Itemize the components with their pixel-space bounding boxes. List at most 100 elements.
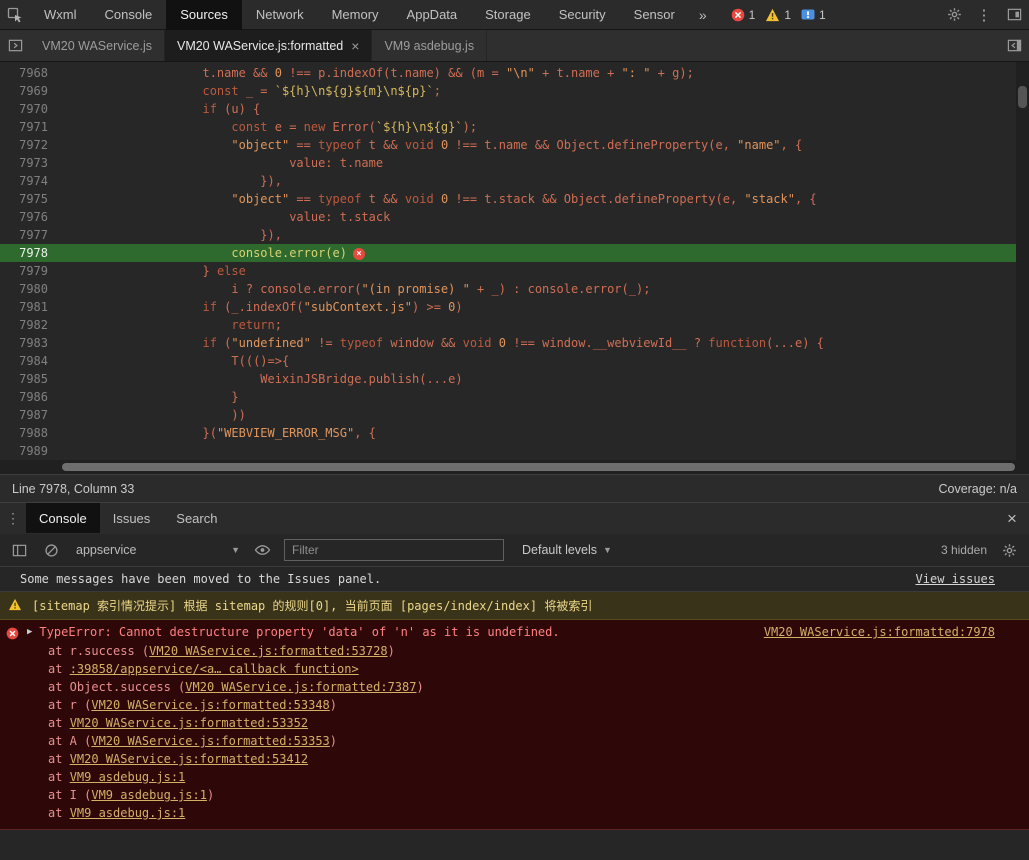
- drawer-tab-search[interactable]: Search: [163, 503, 230, 533]
- line-number[interactable]: 7985: [0, 370, 58, 388]
- stack-frame: at Object.success (VM20 WAService.js:for…: [48, 678, 1029, 696]
- drawer-menu-kebab-icon[interactable]: ⋮: [0, 503, 26, 534]
- error-count-badge[interactable]: 1: [731, 8, 755, 22]
- line-number[interactable]: 7981: [0, 298, 58, 316]
- stack-frame-text: at r.success (: [48, 644, 150, 658]
- code-line-7968: 7968 t.name && 0 !== p.indexOf(t.name) &&…: [0, 64, 1029, 82]
- file-tab[interactable]: VM9 asdebug.js: [372, 30, 488, 61]
- file-tab[interactable]: VM20 WAService.js:formatted ×: [164, 30, 373, 61]
- devtools-window: Wxml Console Sources Network Memory AppData St…: [0, 0, 1029, 860]
- line-number[interactable]: 7971: [0, 118, 58, 136]
- line-number[interactable]: 7982: [0, 316, 58, 334]
- line-number[interactable]: 7980: [0, 280, 58, 298]
- stack-frame-link[interactable]: VM9 asdebug.js:1: [91, 788, 207, 802]
- panel-tab-security[interactable]: Security: [545, 0, 620, 30]
- warning-count: 1: [784, 7, 792, 22]
- close-drawer-icon[interactable]: ×: [995, 503, 1029, 534]
- panel-tab-memory[interactable]: Memory: [318, 0, 393, 30]
- stack-frame-link[interactable]: :39858/appservice/<a… callback function>: [70, 662, 359, 676]
- line-number[interactable]: 7988: [0, 424, 58, 442]
- line-number[interactable]: 7986: [0, 388, 58, 406]
- toolbar-right-controls: ⋮: [939, 0, 1029, 30]
- more-panels-chevron-icon[interactable]: »: [689, 7, 717, 23]
- source-code-editor[interactable]: 7968 t.name && 0 !== p.indexOf(t.name) &&…: [0, 62, 1029, 474]
- console-settings-gear-icon[interactable]: [997, 535, 1021, 565]
- file-tab[interactable]: VM20 WAService.js: [30, 30, 165, 61]
- stack-frame-text: at: [48, 806, 70, 820]
- toggle-navigator-sidebar-icon[interactable]: [0, 30, 30, 60]
- stack-frame-link[interactable]: VM9 asdebug.js:1: [70, 806, 186, 820]
- panel-tab-appdata[interactable]: AppData: [393, 0, 472, 30]
- issue-count-badge[interactable]: 1: [801, 8, 826, 22]
- vertical-scroll-thumb[interactable]: [1018, 86, 1027, 108]
- view-issues-link[interactable]: View issues: [916, 572, 995, 586]
- error-circle-icon: [6, 627, 19, 640]
- panel-tab-storage[interactable]: Storage: [471, 0, 545, 30]
- code-line-7976: 7976 value: t.stack: [0, 208, 1029, 226]
- stack-frame-link[interactable]: VM20 WAService.js:formatted:53412: [70, 752, 308, 766]
- line-number[interactable]: 7989: [0, 442, 58, 460]
- stack-frame-text: at: [48, 770, 70, 784]
- dock-side-icon[interactable]: [999, 0, 1029, 30]
- panel-tab-wxml[interactable]: Wxml: [30, 0, 91, 30]
- more-options-kebab-icon[interactable]: ⋮: [969, 0, 999, 30]
- line-number[interactable]: 7970: [0, 100, 58, 118]
- stack-frame-link[interactable]: VM20 WAService.js:formatted:53352: [70, 716, 308, 730]
- panel-tab-network[interactable]: Network: [242, 0, 318, 30]
- line-number[interactable]: 7972: [0, 136, 58, 154]
- file-tab-label: VM9 asdebug.js: [384, 38, 475, 53]
- inspect-element-icon[interactable]: [0, 0, 30, 30]
- line-number[interactable]: 7977: [0, 226, 58, 244]
- console-filter-input[interactable]: [284, 539, 504, 561]
- error-source-link[interactable]: VM20 WAService.js:formatted:7978: [764, 625, 995, 639]
- stack-frame-text: at: [48, 662, 70, 676]
- line-number[interactable]: 7975: [0, 190, 58, 208]
- expand-error-arrow-icon[interactable]: ▶: [27, 627, 32, 637]
- line-number[interactable]: 7974: [0, 172, 58, 190]
- editor-horizontal-scrollbar[interactable]: [0, 460, 1029, 474]
- toggle-debugger-sidebar-icon[interactable]: [999, 31, 1029, 61]
- line-number[interactable]: 7978: [0, 244, 58, 262]
- console-message-list: Some messages have been moved to the Iss…: [0, 567, 1029, 860]
- stack-frame-link[interactable]: VM20 WAService.js:formatted:53353: [91, 734, 329, 748]
- clear-console-icon[interactable]: [40, 535, 62, 565]
- code-line-7969: 7969 const _ = `${h}\n${g}${m}\n${p}`;: [0, 82, 1029, 100]
- horizontal-scroll-thumb[interactable]: [62, 463, 1015, 471]
- code-line-7985: 7985 WeixinJSBridge.publish(...e): [0, 370, 1029, 388]
- line-error-badge-icon[interactable]: ×: [352, 248, 365, 260]
- settings-gear-icon[interactable]: [939, 0, 969, 30]
- code-line-7984: 7984 T((()=>{: [0, 352, 1029, 370]
- panel-tab-sources[interactable]: Sources: [166, 0, 242, 30]
- line-number[interactable]: 7973: [0, 154, 58, 172]
- log-level-selector[interactable]: Default levels ▼: [522, 543, 612, 557]
- close-tab-icon[interactable]: ×: [351, 38, 359, 54]
- stack-frame-link[interactable]: VM9 asdebug.js:1: [70, 770, 186, 784]
- execution-context-selector[interactable]: appservice ▼: [72, 543, 240, 557]
- stack-frame: at r (VM20 WAService.js:formatted:53348): [48, 696, 1029, 714]
- stack-frame-link[interactable]: VM20 WAService.js:formatted:7387: [185, 680, 416, 694]
- line-number[interactable]: 7987: [0, 406, 58, 424]
- console-sidebar-icon[interactable]: [8, 535, 30, 565]
- editor-vertical-scrollbar[interactable]: [1016, 62, 1029, 460]
- live-expression-eye-icon[interactable]: [250, 535, 274, 565]
- line-number[interactable]: 7969: [0, 82, 58, 100]
- stack-frame-link[interactable]: VM20 WAService.js:formatted:53348: [91, 698, 329, 712]
- code-line-7971: 7971 const e = new Error(`${h}\n${g}`);: [0, 118, 1029, 136]
- code-line-7970: 7970 if (u) {: [0, 100, 1029, 118]
- line-number[interactable]: 7983: [0, 334, 58, 352]
- stack-frame-text: at Object.success (: [48, 680, 186, 694]
- code-line-7989: 7989: [0, 442, 1029, 460]
- stack-frame-link[interactable]: VM20 WAService.js:formatted:53728: [149, 644, 387, 658]
- drawer-tab-issues[interactable]: Issues: [100, 503, 164, 533]
- line-number[interactable]: 7984: [0, 352, 58, 370]
- line-number[interactable]: 7968: [0, 64, 58, 82]
- line-number[interactable]: 7976: [0, 208, 58, 226]
- warning-count-badge[interactable]: 1: [765, 8, 791, 22]
- line-number[interactable]: 7979: [0, 262, 58, 280]
- drawer-tab-console[interactable]: Console: [26, 503, 100, 533]
- log-level-label: Default levels: [522, 543, 598, 557]
- panel-tab-sensor[interactable]: Sensor: [620, 0, 689, 30]
- code-line-7987: 7987)): [0, 406, 1029, 424]
- stack-frame: at VM9 asdebug.js:1: [48, 768, 1029, 786]
- panel-tab-console[interactable]: Console: [91, 0, 167, 30]
